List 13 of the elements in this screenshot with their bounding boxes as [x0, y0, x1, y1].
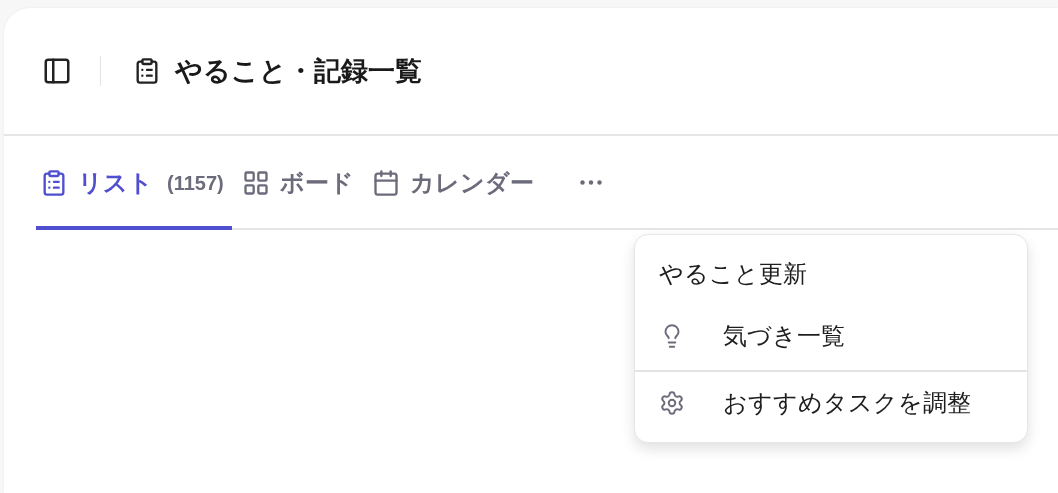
menu-item[interactable]: やること更新 — [635, 243, 1027, 305]
calendar-icon — [371, 169, 400, 197]
page-title: やること・記録一覧 — [175, 55, 422, 88]
sidebar-toggle-icon[interactable] — [42, 56, 72, 86]
tab-count: (1157) — [167, 171, 224, 195]
settings-icon — [659, 390, 685, 416]
view-tab[interactable]: ボード — [237, 136, 362, 230]
ellipsis-icon — [579, 179, 602, 185]
grid-icon — [241, 169, 270, 197]
view-tab[interactable]: カレンダー — [367, 136, 542, 230]
menu-item[interactable]: おすすめタスクを調整 — [635, 370, 1027, 434]
menu-item[interactable]: 気づき一覧 — [635, 305, 1027, 367]
view-tab[interactable]: リスト (1157) — [36, 136, 232, 230]
